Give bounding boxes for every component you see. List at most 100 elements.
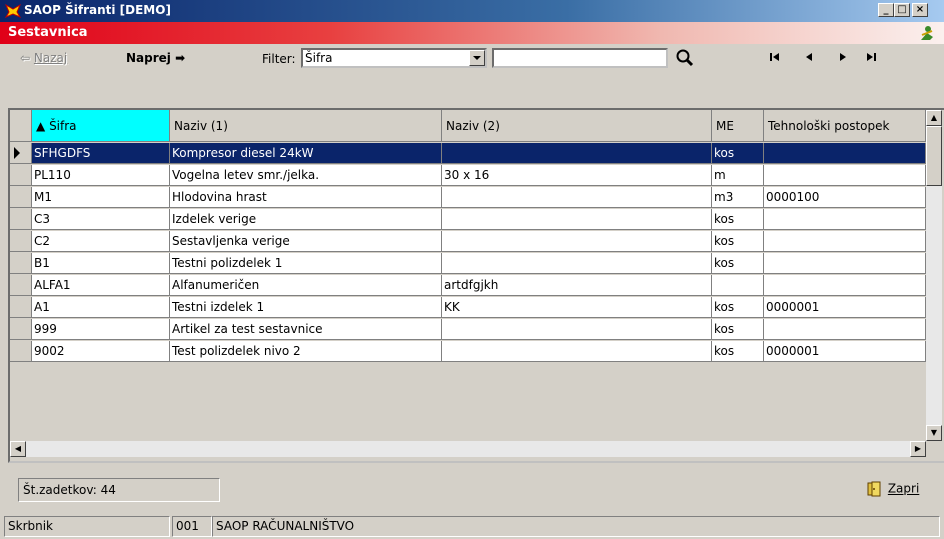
vertical-scroll-thumb[interactable] [926, 126, 942, 186]
table-cell[interactable] [442, 319, 712, 340]
close-button[interactable]: Zapri [866, 481, 919, 497]
filter-select[interactable]: Šifra [301, 48, 487, 68]
table-cell[interactable]: M1 [32, 187, 170, 208]
table-cell[interactable]: kos [712, 253, 764, 274]
status-company-code: 001 [172, 516, 212, 537]
table-cell[interactable] [442, 209, 712, 230]
row-indicator[interactable] [10, 165, 32, 186]
table-cell[interactable]: Kompresor diesel 24kW [170, 143, 442, 164]
scroll-down-icon[interactable]: ▼ [926, 425, 942, 441]
search-input[interactable] [492, 48, 668, 68]
table-cell[interactable]: Test polizdelek nivo 2 [170, 341, 442, 362]
table-cell[interactable]: C3 [32, 209, 170, 230]
search-icon[interactable] [675, 48, 695, 68]
table-cell[interactable] [764, 253, 926, 274]
table-cell[interactable]: kos [712, 143, 764, 164]
sort-ascending-icon: ▲ [36, 119, 46, 133]
table-cell[interactable] [764, 231, 926, 252]
next-record-icon[interactable] [836, 50, 850, 64]
table-cell[interactable]: SFHGDFS [32, 143, 170, 164]
table-cell[interactable]: A1 [32, 297, 170, 318]
row-indicator[interactable] [10, 275, 32, 296]
column-header-label: Tehnološki postopek [768, 119, 890, 133]
table-cell[interactable]: artdfgjkh [442, 275, 712, 296]
table-cell[interactable]: C2 [32, 231, 170, 252]
minimize-button[interactable]: _ [878, 3, 894, 17]
table-cell[interactable]: ALFA1 [32, 275, 170, 296]
run-person-icon[interactable] [918, 24, 936, 42]
row-indicator[interactable] [10, 143, 32, 164]
table-cell[interactable]: Hlodovina hrast [170, 187, 442, 208]
table-cell[interactable]: kos [712, 231, 764, 252]
table-cell[interactable] [764, 209, 926, 230]
table-cell[interactable]: kos [712, 209, 764, 230]
table-cell[interactable]: 9002 [32, 341, 170, 362]
table-cell[interactable]: Sestavljenka verige [170, 231, 442, 252]
row-indicator[interactable] [10, 297, 32, 318]
row-indicator[interactable] [10, 341, 32, 362]
back-label: Nazaj [33, 51, 68, 65]
title-bar[interactable]: SAOP Šifranti [DEMO] _ □ × [0, 0, 944, 22]
table-cell[interactable]: Testni izdelek 1 [170, 297, 442, 318]
close-label: Zapri [887, 481, 920, 496]
scroll-left-icon[interactable]: ◀ [10, 441, 26, 457]
row-indicator[interactable] [10, 231, 32, 252]
table-cell[interactable]: Alfanumeričen [170, 275, 442, 296]
table-cell[interactable] [442, 231, 712, 252]
table-cell[interactable]: 0000001 [764, 297, 926, 318]
row-indicator[interactable] [10, 253, 32, 274]
close-window-button[interactable]: × [912, 3, 928, 17]
table-cell[interactable] [712, 275, 764, 296]
chevron-down-icon[interactable] [469, 50, 485, 66]
column-header-me[interactable]: ME [712, 110, 764, 142]
last-record-icon[interactable] [864, 50, 878, 64]
table-cell[interactable]: m [712, 165, 764, 186]
table-cell[interactable]: 999 [32, 319, 170, 340]
table-cell[interactable]: kos [712, 341, 764, 362]
table-cell[interactable] [442, 187, 712, 208]
row-indicator[interactable] [10, 319, 32, 340]
forward-button[interactable]: Naprej ➡ [126, 51, 185, 65]
table-cell[interactable] [764, 143, 926, 164]
table-cell[interactable]: Vogelna letev smr./jelka. [170, 165, 442, 186]
vertical-scrollbar[interactable]: ▲ ▼ [926, 110, 942, 441]
table-cell[interactable] [442, 253, 712, 274]
table-cell[interactable]: 0000001 [764, 341, 926, 362]
table-cell[interactable]: PL110 [32, 165, 170, 186]
scroll-up-icon[interactable]: ▲ [926, 110, 942, 126]
column-header-naziv1[interactable]: Naziv (1) [170, 110, 442, 142]
table-cell[interactable] [442, 341, 712, 362]
table-cell[interactable]: B1 [32, 253, 170, 274]
table-cell[interactable]: Testni polizdelek 1 [170, 253, 442, 274]
table-cell[interactable] [764, 319, 926, 340]
door-icon [867, 481, 881, 497]
row-indicator[interactable] [10, 209, 32, 230]
horizontal-scrollbar[interactable]: ◀ ▶ [10, 441, 926, 457]
table-cell[interactable]: kos [712, 319, 764, 340]
maximize-button[interactable]: □ [894, 3, 910, 17]
status-company-name: SAOP RAČUNALNIŠTVO [212, 516, 940, 537]
main-window: SAOP Šifranti [DEMO] _ □ × Sestavnica ⇦ … [0, 0, 944, 539]
table-cell[interactable] [442, 143, 712, 164]
grid-indicator-header [10, 110, 32, 142]
column-header-naziv2[interactable]: Naziv (2) [442, 110, 712, 142]
column-header-label: Naziv (2) [446, 119, 500, 133]
table-cell[interactable]: Izdelek verige [170, 209, 442, 230]
table-cell[interactable]: kos [712, 297, 764, 318]
table-cell[interactable] [764, 275, 926, 296]
first-record-icon[interactable] [768, 50, 782, 64]
table-cell[interactable] [764, 165, 926, 186]
previous-record-icon[interactable] [802, 50, 816, 64]
table-cell[interactable]: 30 x 16 [442, 165, 712, 186]
table-cell[interactable]: KK [442, 297, 712, 318]
toolbar: ⇦ Nazaj Naprej ➡ Filter: Šifra [0, 44, 944, 72]
back-button[interactable]: ⇦ Nazaj [20, 51, 67, 65]
column-header-tehnoloski-postopek[interactable]: Tehnološki postopek [764, 110, 926, 142]
column-header-sifra[interactable]: ▲ Šifra [32, 110, 170, 142]
table-cell[interactable]: 0000100 [764, 187, 926, 208]
scroll-right-icon[interactable]: ▶ [910, 441, 926, 457]
row-indicator[interactable] [10, 187, 32, 208]
record-count: Št.zadetkov: 44 [18, 478, 220, 502]
table-cell[interactable]: m3 [712, 187, 764, 208]
table-cell[interactable]: Artikel za test sestavnice [170, 319, 442, 340]
